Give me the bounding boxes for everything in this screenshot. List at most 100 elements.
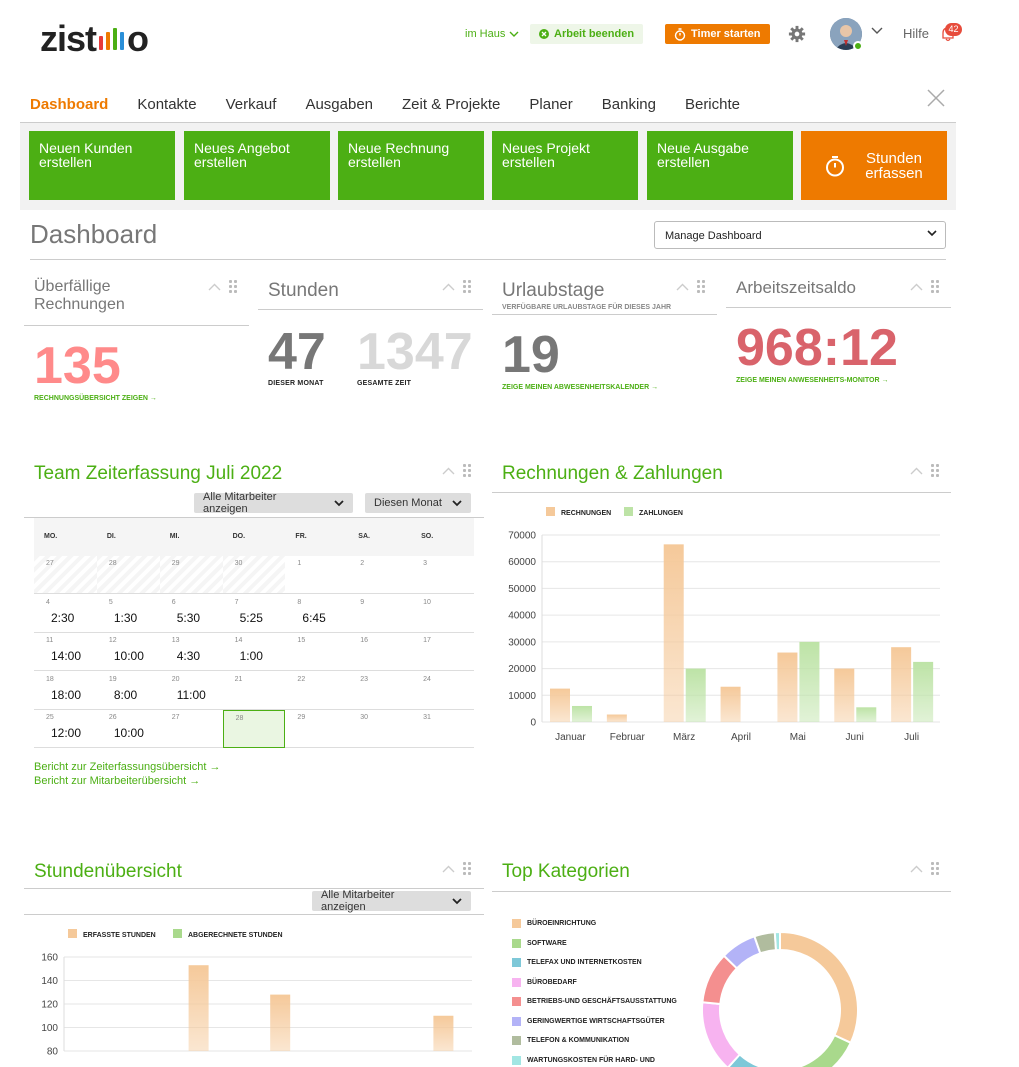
bar[interactable]	[799, 641, 820, 722]
calendar-day[interactable]: 4 2:30	[34, 595, 97, 633]
collapse-icon[interactable]	[910, 467, 923, 475]
drag-handle-icon[interactable]	[931, 862, 939, 875]
new-customer-button[interactable]: Neuen Kunden erstellen	[29, 131, 175, 200]
period-filter-select[interactable]: Diesen Monat	[365, 493, 471, 513]
new-invoice-button[interactable]: Neue Rechnung erstellen	[338, 131, 484, 200]
calendar-day[interactable]: 23	[348, 672, 412, 710]
collapse-icon[interactable]	[442, 283, 455, 291]
nav-item-sales[interactable]: Verkauf	[226, 96, 277, 113]
bar[interactable]	[777, 652, 798, 722]
overdue-link[interactable]: RECHNUNGSÜBERSICHT ZEIGEN →	[34, 395, 157, 402]
bar[interactable]	[685, 668, 706, 722]
calendar-day[interactable]: 9	[348, 595, 412, 633]
calendar-day[interactable]: 19 8:00	[96, 672, 160, 710]
drag-handle-icon[interactable]	[931, 464, 939, 477]
calendar-day[interactable]: 25 12:00	[34, 710, 97, 748]
bar[interactable]	[834, 668, 855, 722]
end-work-button[interactable]: Arbeit beenden	[530, 24, 644, 44]
help-link[interactable]: Hilfe	[903, 26, 929, 41]
bar[interactable]	[913, 661, 934, 722]
drag-handle-icon[interactable]	[229, 280, 237, 293]
collapse-icon[interactable]	[676, 283, 689, 291]
log-hours-button[interactable]: Stunden erfassen	[801, 131, 947, 200]
collapse-icon[interactable]	[442, 865, 455, 873]
calendar-day[interactable]: 6 5:30	[159, 595, 223, 633]
donut-slice[interactable]	[701, 1001, 742, 1067]
calendar-day[interactable]: 16	[348, 633, 412, 671]
bar[interactable]	[188, 965, 209, 1051]
hours-employee-filter-select[interactable]: Alle Mitarbeiter anzeigen	[312, 889, 471, 913]
collapse-icon[interactable]	[208, 283, 221, 291]
calendar-day[interactable]: 28	[96, 556, 160, 594]
bar[interactable]	[856, 707, 877, 722]
worktime-link[interactable]: ZEIGE MEINEN ANWESENHEITS-MONITOR →	[736, 377, 888, 384]
calendar-day[interactable]: 10	[411, 595, 474, 633]
vacation-link[interactable]: ZEIGE MEINEN ABWESENHEITSKALENDER →	[502, 384, 658, 391]
nav-item-time-projects[interactable]: Zeit & Projekte	[402, 96, 500, 113]
nav-item-dashboard[interactable]: Dashboard	[30, 96, 108, 113]
bar[interactable]	[606, 714, 627, 722]
chevron-down-icon[interactable]	[871, 27, 883, 35]
bar[interactable]	[891, 647, 912, 722]
calendar-day[interactable]: 31	[411, 710, 474, 748]
user-avatar[interactable]	[830, 18, 863, 51]
drag-handle-icon[interactable]	[931, 280, 939, 293]
bar[interactable]	[663, 544, 684, 722]
calendar-day[interactable]: 14 1:00	[222, 633, 286, 671]
nav-item-reports[interactable]: Berichte	[685, 96, 740, 113]
calendar-day[interactable]: 3	[411, 556, 474, 594]
calendar-day[interactable]: 5 1:30	[96, 595, 160, 633]
calendar-day[interactable]: 27	[34, 556, 97, 594]
calendar-day[interactable]: 27	[159, 710, 223, 748]
new-expense-button[interactable]: Neue Ausgabe erstellen	[647, 131, 793, 200]
calendar-day[interactable]: 30	[222, 556, 286, 594]
gear-icon[interactable]	[788, 25, 806, 43]
donut-slice[interactable]	[779, 930, 859, 1045]
drag-handle-icon[interactable]	[463, 862, 471, 875]
calendar-day[interactable]: 24	[411, 672, 474, 710]
calendar-day[interactable]: 13 4:30	[159, 633, 223, 671]
bar[interactable]	[433, 1015, 454, 1051]
donut-slice[interactable]	[770, 1033, 853, 1067]
bar[interactable]	[720, 686, 741, 722]
collapse-icon[interactable]	[442, 467, 455, 475]
nav-item-banking[interactable]: Banking	[602, 96, 656, 113]
bar[interactable]	[550, 688, 570, 722]
calendar-day[interactable]: 18 18:00	[34, 672, 97, 710]
nav-item-planner[interactable]: Planer	[529, 96, 572, 113]
new-project-button[interactable]: Neues Projekt erstellen	[492, 131, 638, 200]
calendar-day[interactable]: 2	[348, 556, 412, 594]
drag-handle-icon[interactable]	[463, 464, 471, 477]
drag-handle-icon[interactable]	[463, 280, 471, 293]
zistemo-logo[interactable]: zist o	[40, 18, 149, 60]
calendar-day[interactable]: 8 6:45	[285, 595, 349, 633]
manage-dashboard-select[interactable]: Manage Dashboard	[654, 221, 946, 249]
new-offer-button[interactable]: Neues Angebot erstellen	[184, 131, 330, 200]
calendar-day[interactable]: 29	[285, 710, 349, 748]
calendar-day[interactable]: 20 11:00	[159, 672, 223, 710]
location-dropdown[interactable]: im Haus	[465, 28, 519, 40]
calendar-day[interactable]: 29	[159, 556, 223, 594]
donut-slice[interactable]	[773, 930, 781, 952]
collapse-icon[interactable]	[910, 865, 923, 873]
calendar-day[interactable]: 28	[222, 710, 286, 748]
close-icon[interactable]	[926, 88, 946, 108]
nav-item-contacts[interactable]: Kontakte	[137, 96, 196, 113]
start-timer-button[interactable]: Timer starten	[665, 24, 770, 44]
calendar-day[interactable]: 1	[285, 556, 349, 594]
calendar-day[interactable]: 22	[285, 672, 349, 710]
calendar-day[interactable]: 17	[411, 633, 474, 671]
employee-filter-select[interactable]: Alle Mitarbeiter anzeigen	[194, 491, 353, 515]
calendar-day[interactable]: 15	[285, 633, 349, 671]
calendar-day[interactable]: 11 14:00	[34, 633, 97, 671]
time-report-link[interactable]: Bericht zur Zeiterfassungsübersicht →	[34, 761, 220, 773]
calendar-day[interactable]: 12 10:00	[96, 633, 160, 671]
calendar-day[interactable]: 30	[348, 710, 412, 748]
calendar-day[interactable]: 7 5:25	[222, 595, 286, 633]
bar[interactable]	[572, 705, 592, 722]
calendar-day[interactable]: 21	[222, 672, 286, 710]
collapse-icon[interactable]	[910, 283, 923, 291]
calendar-day[interactable]: 26 10:00	[96, 710, 160, 748]
drag-handle-icon[interactable]	[697, 280, 705, 293]
bar[interactable]	[270, 994, 291, 1051]
